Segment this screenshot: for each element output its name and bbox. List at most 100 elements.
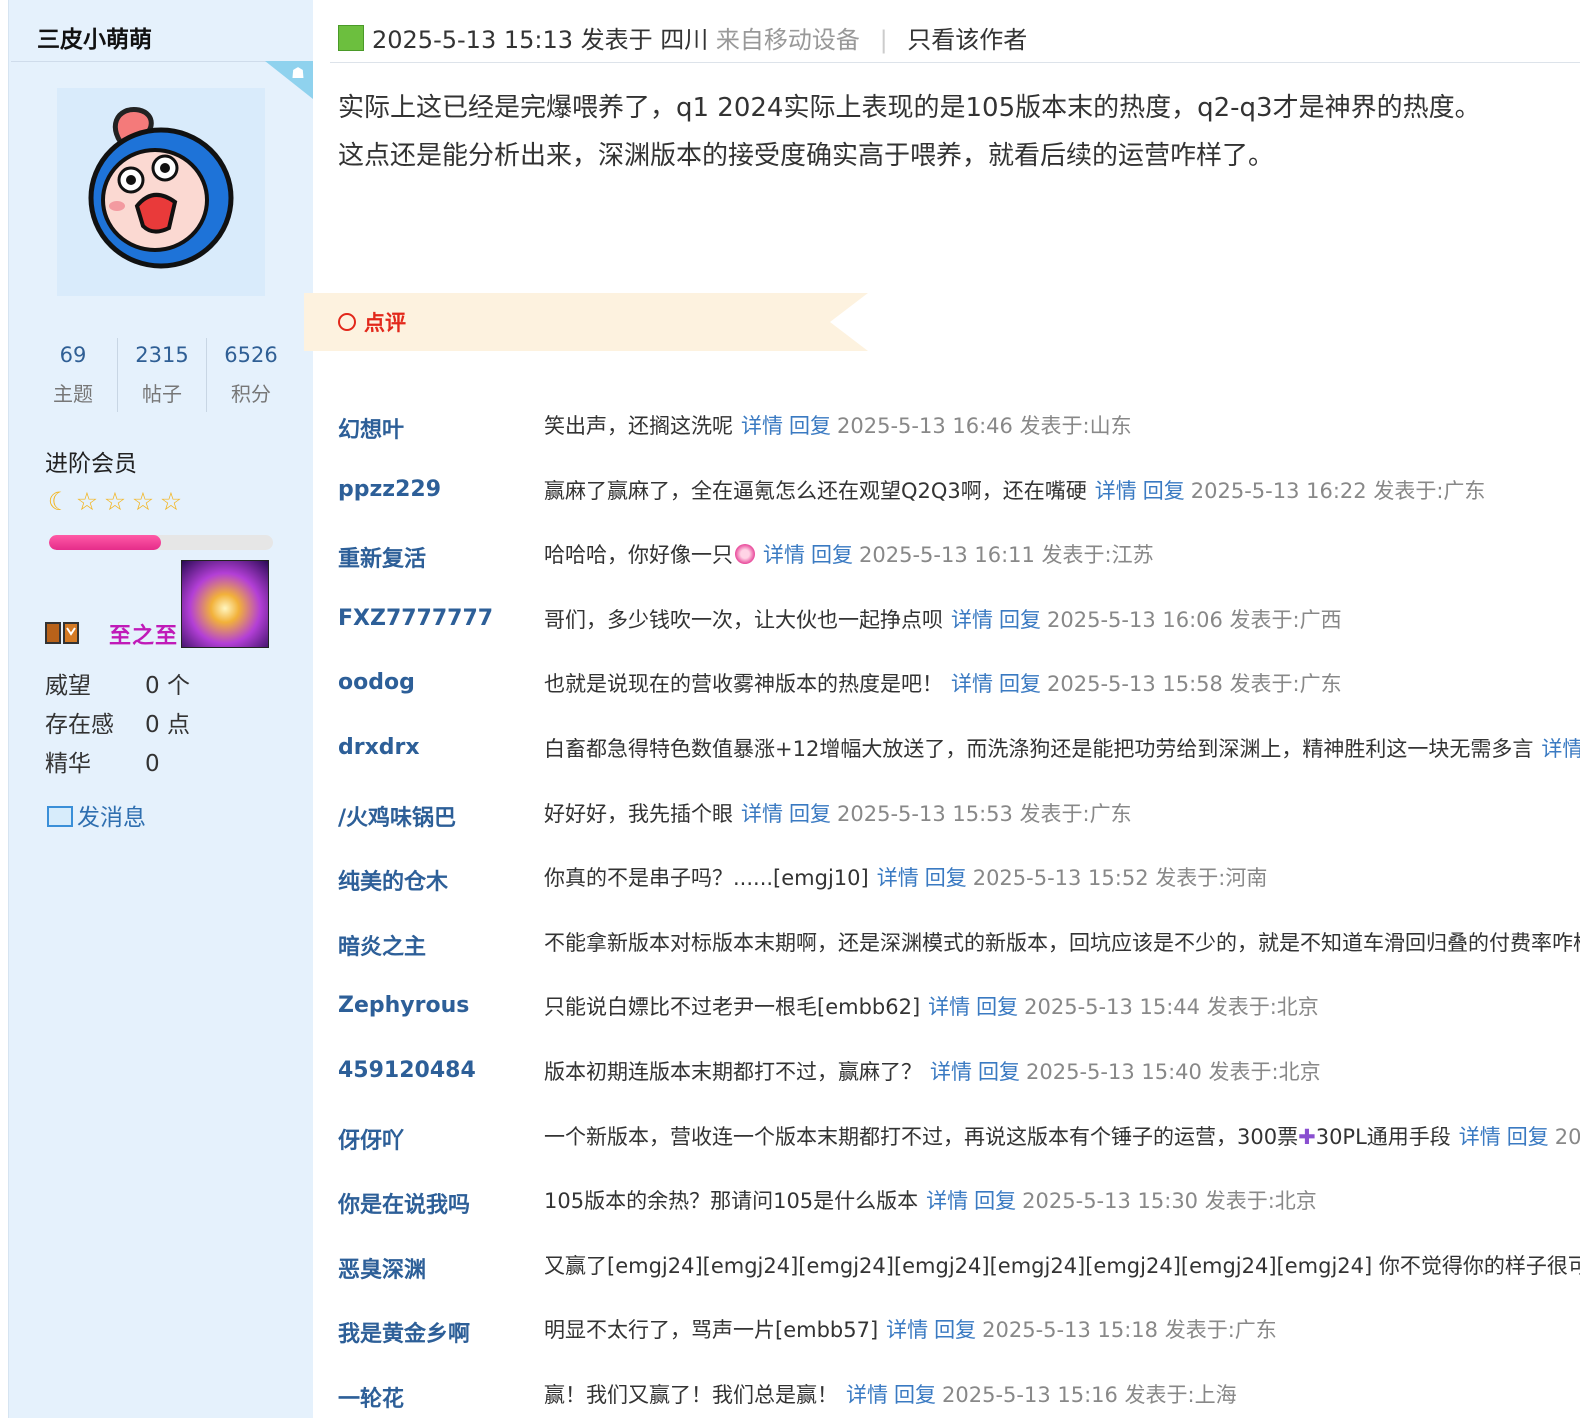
post-content-line: 实际上这已经是完爆喂养了，q1 2024实际上表现的是105版本末的热度，q2-…: [338, 93, 1481, 123]
comment-reply-link[interactable]: 回复: [999, 672, 1041, 696]
comment-timestamp: 2025-5-13 15:44 发表于:北京: [1024, 995, 1319, 1020]
stat-value: 2315: [135, 343, 189, 367]
level-stars: ☾ ☆ ☆ ☆ ☆: [45, 488, 185, 516]
comment-reply-link[interactable]: 回复: [789, 802, 831, 826]
comment-text: 只能说白嫖比不过老尹一根毛[embb62]: [544, 995, 921, 1020]
member-level[interactable]: 进阶会员: [45, 444, 137, 478]
comment-row: oodog 也就是说现在的营收雾神版本的热度是吧！ 详情 回复 2025-5-13 15…: [338, 650, 1580, 715]
comment-timestamp: 2025-5-13 15:53 发表于:广东: [837, 801, 1132, 826]
comment-username[interactable]: 伢伢吖: [338, 1123, 404, 1155]
comment-line: 也就是说现在的营收雾神版本的热度是吧！ 详情 回复 2025-5-13 15:58 发…: [544, 668, 1342, 698]
comment-reply-link[interactable]: 回复: [1507, 1125, 1549, 1149]
comment-reply-link[interactable]: 回复: [974, 1189, 1016, 1213]
comment-username[interactable]: 重新复活: [338, 541, 426, 573]
author-username[interactable]: 三皮小萌萌: [37, 20, 152, 54]
posted-at-label: 发表于: [580, 26, 653, 54]
comment-text: 版本初期连版本末期都打不过，赢麻了？: [544, 1059, 922, 1084]
comment-text: 也就是说现在的营收雾神版本的热度是吧！: [544, 672, 943, 697]
comment-detail-link[interactable]: 详情: [928, 995, 970, 1019]
comment-timestamp: 2025-5-13 16:22 发表于:广东: [1190, 478, 1486, 503]
comment-detail-link[interactable]: 详情: [846, 1383, 888, 1407]
send-message-link[interactable]: 发消息: [47, 798, 146, 832]
comment-detail-link[interactable]: 详情: [741, 802, 783, 826]
comment-detail-link[interactable]: 详情: [951, 672, 993, 696]
comment-line: 赢！我们又赢了！我们总是赢！ 详情 回复 2025-5-13 15:16 发表于:上海: [544, 1379, 1237, 1409]
medal-book-icon[interactable]: [45, 620, 79, 646]
comment-detail-link[interactable]: 详情: [886, 1318, 928, 1342]
comment-line: 赢麻了赢麻了，全在逼氪怎么还在观望Q2Q3啊，还在嘴硬 详情 回复 2025-5-13…: [544, 475, 1485, 505]
comment-text: 你真的不是串子吗？......[emgj10]: [544, 866, 869, 891]
comment-username[interactable]: 幻想叶: [338, 412, 404, 444]
only-author-link[interactable]: 只看该作者: [907, 26, 1027, 54]
author-sidebar: 三皮小萌萌 ☗ 69 主题 2315 帖子 6526 积分 进阶会员 ☾ ☆ ☆…: [8, 0, 313, 1418]
comment-line: 一个新版本，营收连一个版本末期都打不过，再说这版本有个锤子的运营，300票✚30…: [544, 1121, 1580, 1151]
info-presence: 存在感 0 点: [45, 705, 190, 744]
comment-reply-link[interactable]: 回复: [789, 414, 831, 438]
comment-row: 我是黄金乡啊 明显不太行了，骂声一片[embb57] 详情 回复 2025-5-13 1…: [338, 1296, 1580, 1361]
comment-username[interactable]: /火鸡味锅巴: [338, 800, 456, 832]
comment-detail-link[interactable]: 详情: [1541, 737, 1580, 761]
comment-reply-link[interactable]: 回复: [811, 543, 853, 567]
comment-username[interactable]: oodog: [338, 670, 415, 695]
comment-row: ppzz229 赢麻了赢麻了，全在逼氪怎么还在观望Q2Q3啊，还在嘴硬 详情 回复 20…: [338, 457, 1580, 522]
comment-row: 你是在说我吗 105版本的余热？那请问105是什么版本 详情 回复 2025-5-13 …: [338, 1167, 1580, 1232]
stat-threads[interactable]: 69 主题: [29, 336, 117, 414]
comment-detail-link[interactable]: 详情: [1095, 479, 1137, 503]
stat-points[interactable]: 6526 积分: [207, 336, 295, 414]
comment-detail-link[interactable]: 详情: [951, 608, 993, 632]
comment-reply-link[interactable]: 回复: [1143, 479, 1185, 503]
comment-detail-link[interactable]: 详情: [877, 866, 919, 890]
circle-icon: [338, 313, 356, 331]
author-stats: 69 主题 2315 帖子 6526 积分: [29, 336, 299, 416]
medal-title[interactable]: 至之至: [109, 618, 178, 650]
comment-reply-link[interactable]: 回复: [999, 608, 1041, 632]
info-value: 0 点: [145, 712, 190, 738]
comment-line: 又赢了[emgj24][emgj24][emgj24][emgj24][emgj…: [544, 1250, 1580, 1280]
comment-text: 不能拿新版本对标版本末期啊，还是深渊模式的新版本，回坑应该是不少的，就是不知道车…: [544, 930, 1580, 955]
comment-line: 不能拿新版本对标版本末期啊，还是深渊模式的新版本，回坑应该是不少的，就是不知道车…: [544, 927, 1580, 957]
avatar-cartoon-icon: [88, 107, 234, 269]
comment-reply-link[interactable]: 回复: [925, 866, 967, 890]
comment-row: 恶臭深渊 又赢了[emgj24][emgj24][emgj24][emgj24][…: [338, 1232, 1580, 1297]
comment-username[interactable]: FXZ7777777: [338, 606, 493, 631]
comment-detail-link[interactable]: 详情: [763, 543, 805, 567]
comment-username[interactable]: 你是在说我吗: [338, 1187, 470, 1219]
comment-row: 暗炎之主 不能拿新版本对标版本末期啊，还是深渊模式的新版本，回坑应该是不少的，就是…: [338, 909, 1580, 974]
android-icon: ☗: [291, 64, 305, 82]
comment-username[interactable]: 459120484: [338, 1058, 476, 1083]
comment-reply-link[interactable]: 回复: [934, 1318, 976, 1342]
comment-detail-link[interactable]: 详情: [1459, 1125, 1501, 1149]
comment-row: 幻想叶 笑出声，还搁这洗呢 详情 回复 2025-5-13 16:46 发表于:山东: [338, 392, 1580, 457]
star-icon: ☆: [131, 487, 155, 516]
comment-text: 哈哈哈，你好像一只: [544, 543, 733, 568]
comment-timestamp: 2025-5-13 16:11 发表于:江苏: [859, 543, 1154, 568]
comment-username[interactable]: 恶臭深渊: [338, 1252, 426, 1284]
comment-line: 版本初期连版本末期都打不过，赢麻了？ 详情 回复 2025-5-13 15:40 发表…: [544, 1056, 1321, 1086]
comment-detail-link[interactable]: 详情: [926, 1189, 968, 1213]
comment-username[interactable]: 我是黄金乡啊: [338, 1316, 470, 1348]
comment-text: 一个新版本，营收连一个版本末期都打不过，再说这版本有个锤子的运营，300票: [544, 1124, 1299, 1149]
medal-badge-icon[interactable]: [181, 560, 269, 648]
comment-username[interactable]: 一轮花: [338, 1381, 404, 1413]
moon-icon: ☾: [47, 487, 71, 516]
comment-timestamp: 2025-5-13 15:52 发表于:河南: [972, 866, 1268, 891]
comment-username[interactable]: ppzz229: [338, 477, 441, 502]
comment-row: 459120484 版本初期连版本末期都打不过，赢麻了？ 详情 回复 2025-5-13…: [338, 1038, 1580, 1103]
comment-detail-link[interactable]: 详情: [741, 414, 783, 438]
stat-posts[interactable]: 2315 帖子: [118, 336, 206, 414]
plus-icon: ✚: [1298, 1124, 1316, 1149]
comment-username[interactable]: 纯美的仓木: [338, 864, 448, 896]
comment-reply-link[interactable]: 回复: [894, 1383, 936, 1407]
info-key: 存在感: [45, 712, 114, 738]
comment-reply-link[interactable]: 回复: [976, 995, 1018, 1019]
comment-reply-link[interactable]: 回复: [978, 1060, 1020, 1084]
comment-detail-link[interactable]: 详情: [930, 1060, 972, 1084]
info-key: 精华: [45, 751, 91, 777]
avatar[interactable]: [57, 88, 265, 296]
comment-username[interactable]: drxdrx: [338, 735, 420, 760]
comment-username[interactable]: 暗炎之主: [338, 929, 426, 961]
comment-username[interactable]: Zephyrous: [338, 993, 469, 1018]
comment-text: 明显不太行了，骂声一片[embb57]: [544, 1318, 879, 1343]
stat-value: 69: [59, 343, 87, 367]
comment-text: 赢麻了赢麻了，全在逼氪怎么还在观望Q2Q3啊，还在嘴硬: [544, 478, 1087, 503]
